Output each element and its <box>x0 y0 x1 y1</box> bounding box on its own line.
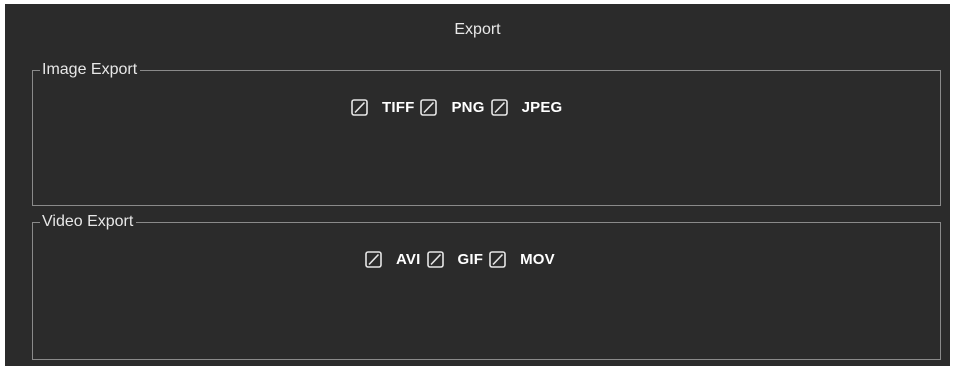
video-export-label: Video Export <box>40 212 137 232</box>
jpeg-option[interactable]: JPEG <box>490 99 569 116</box>
jpeg-checkbox[interactable] <box>490 99 508 116</box>
jpeg-label: JPEG <box>521 99 563 116</box>
png-checkbox[interactable] <box>420 99 438 116</box>
image-export-options: TIFF PNG JPEG <box>351 99 568 116</box>
image-export-group: Image Export TIFF PNG JPEG <box>32 60 941 206</box>
gif-checkbox[interactable] <box>426 251 444 268</box>
mov-option[interactable]: MOV <box>489 251 561 268</box>
video-export-group: Video Export AVI GIF MOV <box>32 212 941 360</box>
png-option[interactable]: PNG <box>420 99 490 116</box>
panel-title: Export <box>454 21 501 38</box>
tiff-label: TIFF <box>382 99 415 116</box>
image-export-label: Image Export <box>40 60 141 80</box>
avi-label: AVI <box>396 251 421 268</box>
export-panel: Export Image Export TIFF PNG JPEG Video … <box>5 4 950 366</box>
mov-checkbox[interactable] <box>489 251 506 268</box>
mov-label: MOV <box>520 251 555 268</box>
gif-option[interactable]: GIF <box>426 251 490 268</box>
avi-checkbox[interactable] <box>365 251 382 268</box>
tiff-option[interactable]: TIFF <box>351 99 420 116</box>
png-label: PNG <box>451 99 485 116</box>
gif-label: GIF <box>457 251 484 268</box>
avi-option[interactable]: AVI <box>365 251 427 268</box>
video-export-options: AVI GIF MOV <box>365 251 561 268</box>
tiff-checkbox[interactable] <box>351 99 368 116</box>
